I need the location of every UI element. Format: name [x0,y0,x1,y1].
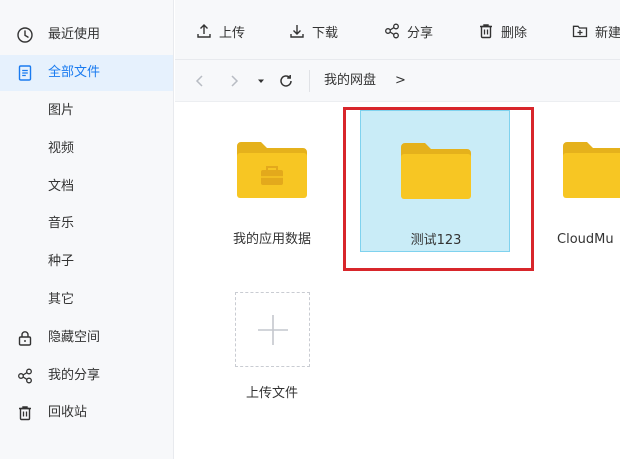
file-name: 我的应用数据 [232,232,311,247]
new-folder-button[interactable]: 新建 [571,20,620,42]
file-name: CloudMu [557,232,614,247]
sidebar-item-images[interactable]: 图片 [0,93,173,129]
breadcrumb-separator: > [395,73,406,88]
share-icon [16,367,34,385]
chevron-right-icon [231,75,239,87]
breadcrumb-my-drive[interactable]: 我的网盘 [324,73,376,89]
chevron-left-icon [195,75,203,87]
download-icon [290,25,304,38]
upload-label: 上传 [219,25,246,41]
sidebar-item-label: 全部文件 [48,65,101,80]
sidebar-item-label: 文档 [48,179,75,194]
sidebar-item-label: 隐藏空间 [48,330,101,345]
navigation-bar: 我的网盘 > [175,60,620,102]
share-label: 分享 [407,25,434,41]
sidebar-item-torrents[interactable]: 种子 [0,244,173,280]
history-dropdown[interactable] [252,72,270,90]
document-icon [16,64,34,82]
sidebar: 最近使用 全部文件 图片 视频 文档 音乐 种子 其它 隐藏空间 我的分享 回收… [0,0,174,459]
caret-down-icon [258,79,264,83]
refresh-button[interactable] [277,72,295,90]
clock-icon [16,26,34,44]
upload-icon [197,24,211,38]
forward-button[interactable] [225,72,243,90]
download-label: 下载 [312,25,339,41]
sidebar-item-label: 音乐 [48,216,75,231]
refresh-icon [280,75,292,87]
delete-button[interactable]: 删除 [477,20,527,42]
sidebar-item-label: 图片 [48,103,75,118]
sidebar-item-label: 最近使用 [48,27,101,42]
sidebar-item-my-shares[interactable]: 我的分享 [0,358,173,394]
sidebar-item-videos[interactable]: 视频 [0,131,173,167]
folder-icon [563,142,620,198]
upload-file-tile[interactable] [235,292,310,367]
file-grid: 我的应用数据 测试123 CloudMu 上传文件 [175,102,620,459]
sidebar-item-label: 种子 [48,254,75,269]
sidebar-item-documents[interactable]: 文档 [0,169,173,205]
back-button[interactable] [191,72,209,90]
folder-item[interactable]: CloudMu [523,110,620,252]
sidebar-item-recent[interactable]: 最近使用 [0,17,173,53]
delete-label: 删除 [501,25,528,41]
sidebar-item-label: 视频 [48,141,75,156]
new-folder-label: 新建 [595,25,620,41]
sidebar-item-music[interactable]: 音乐 [0,206,173,242]
folder-item[interactable]: 我的应用数据 [197,110,347,252]
upload-file-label: 上传文件 [245,386,298,401]
folder-app-icon [237,142,307,198]
highlight-box [343,107,534,271]
share-icon [385,23,399,39]
divider [309,70,310,92]
sidebar-item-other[interactable]: 其它 [0,282,173,318]
sidebar-item-recycle-bin[interactable]: 回收站 [0,395,173,431]
sidebar-item-label: 我的分享 [48,368,101,383]
share-button[interactable]: 分享 [383,20,433,42]
upload-button[interactable]: 上传 [195,20,245,42]
toolbar: 上传 下载 分享 删除 新建 [175,0,620,60]
sidebar-item-all-files[interactable]: 全部文件 [0,55,173,91]
trash-icon [16,404,34,422]
sidebar-item-label: 回收站 [48,405,88,420]
sidebar-item-label: 其它 [48,292,75,307]
sidebar-item-hidden-space[interactable]: 隐藏空间 [0,320,173,356]
download-button[interactable]: 下载 [288,20,338,42]
lock-icon [16,329,34,347]
new-folder-icon [572,25,588,38]
plus-icon [258,315,288,345]
trash-icon [480,24,492,39]
